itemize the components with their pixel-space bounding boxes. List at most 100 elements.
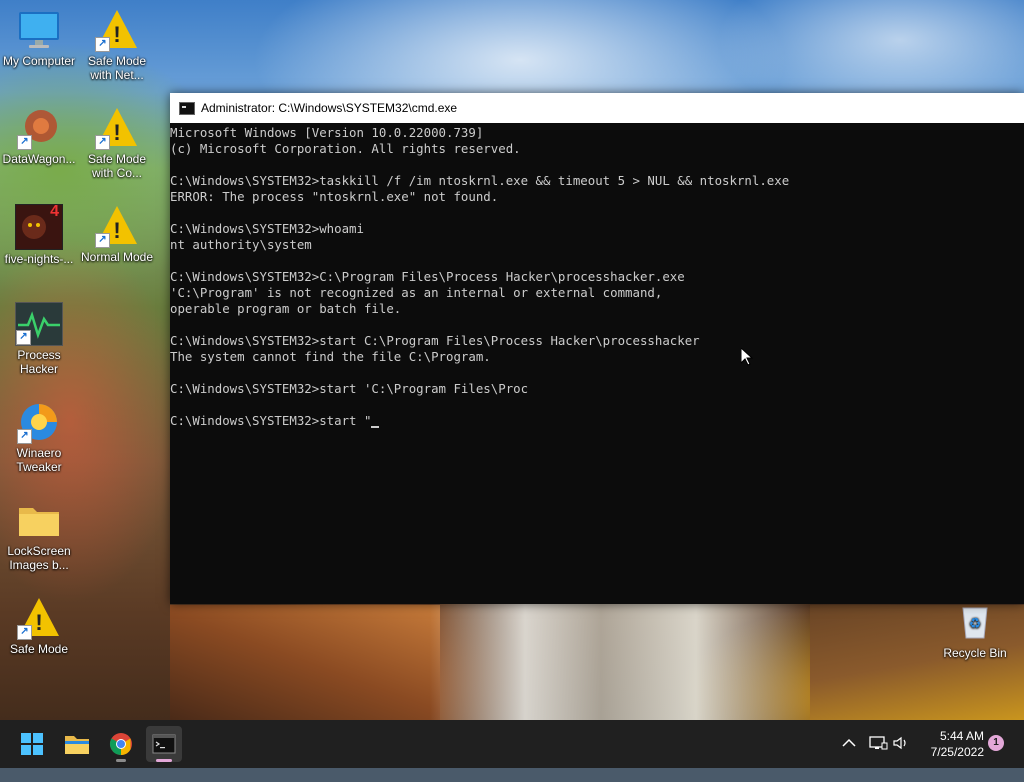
- desktop-icon-lockscreen-folder[interactable]: LockScreen Images b...: [1, 498, 77, 572]
- console-line: Microsoft Windows [Version 10.0.22000.73…: [170, 125, 1024, 141]
- desktop-icon-safe-mode-command[interactable]: ! ↗ Safe Mode with Co...: [79, 106, 155, 180]
- console-line: C:\Windows\SYSTEM32>start 'C:\Program Fi…: [170, 381, 1024, 397]
- svg-text:♻: ♻: [969, 616, 982, 632]
- taskbar-file-explorer[interactable]: [59, 726, 95, 762]
- console-line-text: (c) Microsoft Corporation. All rights re…: [170, 141, 521, 156]
- clock[interactable]: 5:44 AM 7/25/2022: [920, 728, 984, 760]
- desktop-icon-my-computer[interactable]: My Computer: [1, 8, 77, 68]
- desktop-icon-safe-mode-network[interactable]: ! ↗ Safe Mode with Net...: [79, 8, 155, 82]
- desktop-icon-label: Safe Mode: [9, 642, 69, 656]
- cmd-titlebar[interactable]: Administrator: C:\Windows\SYSTEM32\cmd.e…: [170, 93, 1024, 123]
- terminal-icon: [152, 734, 176, 754]
- shortcut-arrow-icon: ↗: [17, 135, 32, 150]
- recycle-bin-icon: ♻: [953, 600, 997, 644]
- console-line: operable program or batch file.: [170, 301, 1024, 317]
- console-line: (c) Microsoft Corporation. All rights re…: [170, 141, 1024, 157]
- cmd-window-title: Administrator: C:\Windows\SYSTEM32\cmd.e…: [201, 101, 458, 115]
- taskbar-chrome[interactable]: [103, 726, 139, 762]
- console-line-text: C:\Windows\SYSTEM32>start 'C:\Program Fi…: [170, 381, 529, 396]
- shortcut-arrow-icon: ↗: [95, 233, 110, 248]
- start-button[interactable]: [14, 726, 50, 762]
- console-line-text: operable program or batch file.: [170, 301, 402, 316]
- windows-logo-icon: [21, 733, 43, 755]
- console-line: 'C:\Program' is not recognized as an int…: [170, 285, 1024, 301]
- text-cursor: [371, 426, 380, 428]
- desktop-icon-label-line2: with Co...: [91, 166, 142, 180]
- console-line: ERROR: The process "ntoskrnl.exe" not fo…: [170, 189, 1024, 205]
- chrome-icon: [110, 733, 132, 755]
- console-output[interactable]: Microsoft Windows [Version 10.0.22000.73…: [170, 123, 1024, 429]
- warning-icon: ! ↗: [17, 596, 61, 640]
- desktop-icon-label: LockScreen: [7, 544, 71, 558]
- clock-date: 7/25/2022: [930, 745, 984, 759]
- console-line-text: nt authority\system: [170, 237, 312, 252]
- taskbar-cmd[interactable]: [146, 726, 182, 762]
- console-line: C:\Windows\SYSTEM32>start C:\Program Fil…: [170, 333, 1024, 349]
- desktop-icon-label: Safe Mode: [87, 54, 147, 68]
- desktop-icon-label-line2: Images b...: [9, 558, 69, 572]
- shortcut-arrow-icon: ↗: [95, 135, 110, 150]
- console-line: The system cannot find the file C:\Progr…: [170, 349, 1024, 365]
- desktop-icon-label: Safe Mode: [87, 152, 147, 166]
- folder-icon: [65, 736, 89, 754]
- desktop-icon-label: Process: [17, 348, 61, 362]
- console-line-text: C:\Windows\SYSTEM32>start ": [170, 413, 372, 428]
- wallpaper-rock-left: [170, 605, 440, 720]
- warning-icon: ! ↗: [95, 8, 139, 52]
- console-line: C:\Windows\SYSTEM32>whoami: [170, 221, 1024, 237]
- desktop-icon-datawagon[interactable]: ↗ DataWagon...: [1, 106, 77, 166]
- terminal-icon: [179, 101, 195, 115]
- desktop-icon-process-hacker[interactable]: ↗ Process Hacker: [1, 302, 77, 376]
- desktop-icon-normal-mode[interactable]: ! ↗ Normal Mode: [79, 204, 155, 264]
- desktop-icon-label: Recycle Bin: [943, 646, 1007, 660]
- console-line: C:\Windows\SYSTEM32>taskkill /f /im ntos…: [170, 173, 1024, 189]
- console-line-text: C:\Windows\SYSTEM32>taskkill /f /im ntos…: [170, 173, 790, 188]
- console-line-text: ERROR: The process "ntoskrnl.exe" not fo…: [170, 189, 499, 204]
- shortcut-arrow-icon: ↗: [95, 37, 110, 52]
- desktop-icon-label: My Computer: [2, 54, 76, 68]
- console-line-text: The system cannot find the file C:\Progr…: [170, 349, 491, 364]
- desktop-icon-label: DataWagon...: [2, 152, 76, 166]
- desktop-icon-recycle-bin[interactable]: ♻ Recycle Bin: [937, 600, 1013, 660]
- desktop-icon-five-nights[interactable]: 4 five-nights-...: [1, 204, 77, 267]
- clock-time: 5:44 AM: [939, 729, 984, 743]
- console-line: nt authority\system: [170, 237, 1024, 253]
- folder-icon: [17, 498, 61, 542]
- desktop-icon-winaero-tweaker[interactable]: ↗ Winaero Tweaker: [1, 400, 77, 474]
- volume-icon[interactable]: [892, 734, 910, 782]
- game-badge: 4: [50, 203, 59, 220]
- console-line-text: 'C:\Program' is not recognized as an int…: [170, 285, 663, 300]
- running-indicator: [116, 759, 126, 762]
- console-line-text: Microsoft Windows [Version 10.0.22000.73…: [170, 125, 484, 140]
- shortcut-arrow-icon: ↗: [17, 625, 32, 640]
- winaero-icon: ↗: [17, 400, 61, 444]
- warning-icon: ! ↗: [95, 106, 139, 150]
- network-icon[interactable]: [868, 734, 888, 782]
- wallpaper-waterfall: [430, 600, 810, 720]
- console-line-text: C:\Windows\SYSTEM32>start C:\Program Fil…: [170, 333, 700, 348]
- monitor-icon: [17, 8, 61, 52]
- notification-badge[interactable]: 1: [988, 735, 1004, 751]
- tray-overflow-chevron-icon[interactable]: [840, 734, 858, 782]
- cmd-window[interactable]: Administrator: C:\Windows\SYSTEM32\cmd.e…: [170, 93, 1024, 604]
- game-icon: 4: [15, 204, 63, 250]
- console-line-text: C:\Windows\SYSTEM32>whoami: [170, 221, 364, 236]
- desktop-icon-label-line2: with Net...: [90, 68, 144, 82]
- process-hacker-icon: ↗: [15, 302, 63, 346]
- desktop-icon-label-line2: Hacker: [19, 362, 58, 376]
- desktop-icon-safe-mode[interactable]: ! ↗ Safe Mode: [1, 596, 77, 656]
- shortcut-arrow-icon: ↗: [17, 429, 32, 444]
- warning-icon: ! ↗: [95, 204, 139, 248]
- desktop-icon-label-line2: Tweaker: [16, 460, 62, 474]
- desktop-icon-label: five-nights-...: [4, 252, 74, 266]
- taskbar: 5:44 AM 7/25/2022: [0, 720, 1024, 768]
- console-line: C:\Windows\SYSTEM32>start ": [170, 413, 1024, 429]
- desktop-icon-label: Winaero: [16, 446, 62, 460]
- console-line-text: C:\Windows\SYSTEM32>C:\Program Files\Pro…: [170, 269, 685, 284]
